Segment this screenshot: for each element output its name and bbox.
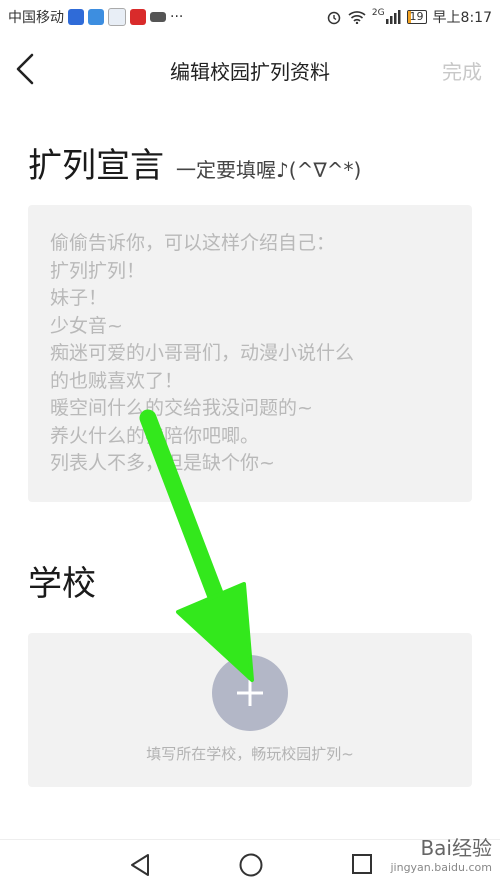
home-circle-icon[interactable]	[238, 852, 264, 878]
add-school-button[interactable]	[212, 655, 288, 731]
battery-level: 19	[409, 10, 424, 23]
browser-app-icon	[108, 8, 126, 26]
app-icon	[88, 9, 104, 25]
done-button[interactable]: 完成	[442, 56, 482, 85]
placeholder-line: 列表人不多，但是缺个你~	[50, 452, 275, 474]
placeholder-line: 妹子！	[50, 287, 108, 309]
page-title: 编辑校园扩列资料	[170, 60, 330, 84]
placeholder-line: 的也贼喜欢了！	[50, 369, 184, 392]
battery-indicator: 19	[406, 10, 427, 24]
placeholder-line: 少女音~	[50, 314, 123, 337]
nav-bar: 编辑校园扩列资料 完成	[0, 34, 500, 104]
wifi-icon	[348, 11, 366, 24]
watermark-brand: Bai经验	[420, 836, 492, 860]
more-notifications: ···	[170, 9, 184, 25]
intro-section-header: 扩列宣言 一定要填喔♪(^∇^*)	[28, 138, 361, 187]
placeholder-line: 养火什么的我陪你吧唧。	[50, 424, 260, 447]
media-app-icon	[150, 12, 166, 22]
school-card[interactable]: 填写所在学校，畅玩校园扩列~	[28, 633, 472, 787]
placeholder-line: 偷偷告诉你，可以这样介绍自己：	[50, 232, 336, 254]
recent-apps-icon[interactable]	[350, 852, 374, 876]
watermark-site: jingyan.baidu.com	[390, 861, 492, 874]
game-app-icon	[130, 9, 146, 25]
status-bar: 中国移动 ··· 2G 19 早上8:17	[0, 0, 500, 34]
school-hint: 填写所在学校，畅玩校园扩列~	[146, 745, 354, 763]
alarm-icon	[327, 11, 341, 25]
carrier-label: 中国移动	[8, 10, 64, 26]
school-section-title: 学校	[28, 564, 96, 604]
intro-section-title: 扩列宣言	[28, 146, 164, 186]
shield-app-icon	[68, 9, 84, 25]
placeholder-line: 扩列扩列！	[50, 259, 146, 282]
signal-icon	[385, 10, 401, 24]
network-type: 2G	[371, 8, 385, 18]
placeholder-line: 暖空间什么的交给我没问题的~	[50, 397, 313, 419]
watermark-logo: Bai经验 jingyan.baidu.com	[390, 838, 492, 878]
intro-textarea[interactable]: 偷偷告诉你，可以这样介绍自己： 扩列扩列！ 妹子！ 少女音~ 痴迷可爱的小哥哥们…	[28, 205, 472, 502]
placeholder-line: 痴迷可爱的小哥哥们，动漫小说什么	[50, 342, 355, 364]
back-triangle-icon[interactable]	[128, 852, 152, 878]
intro-section-hint: 一定要填喔♪(^∇^*)	[176, 158, 362, 182]
intro-placeholder: 偷偷告诉你，可以这样介绍自己： 扩列扩列！ 妹子！ 少女音~ 痴迷可爱的小哥哥们…	[50, 230, 354, 478]
clock: 早上8:17	[432, 10, 492, 26]
